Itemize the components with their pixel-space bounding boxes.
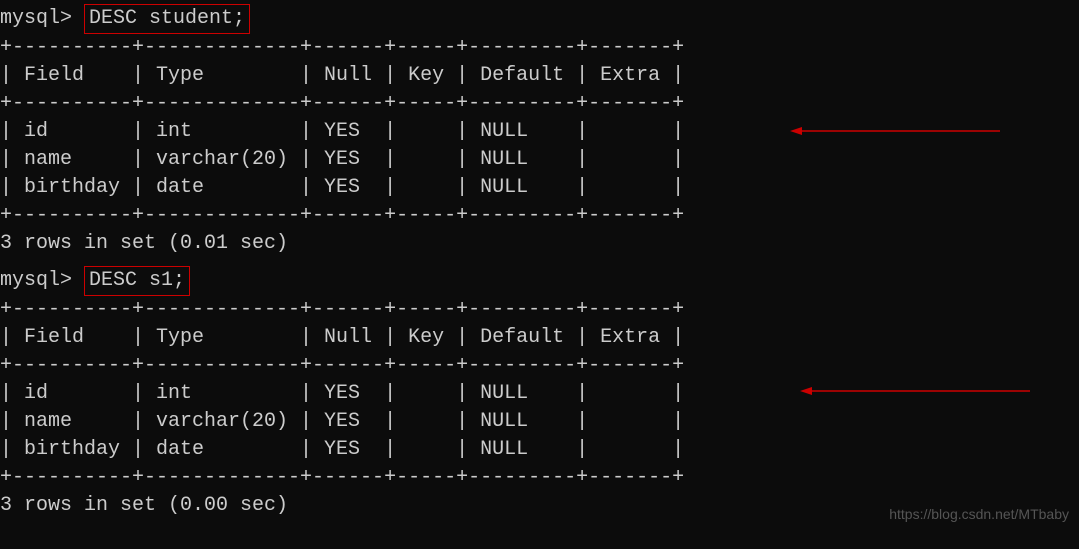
arrow-annotation-icon — [790, 125, 1000, 137]
row-count-status: 3 rows in set (0.01 sec) — [0, 230, 1079, 258]
watermark-text: https://blog.csdn.net/MTbaby — [889, 505, 1069, 525]
table-row: | name | varchar(20) | YES | | NULL | | — [0, 146, 1079, 174]
table-row: | birthday | date | YES | | NULL | | — [0, 436, 1079, 464]
table-separator: +----------+-------------+------+-----+-… — [0, 34, 1079, 62]
table-row: | name | varchar(20) | YES | | NULL | | — [0, 408, 1079, 436]
table-separator: +----------+-------------+------+-----+-… — [0, 464, 1079, 492]
table-header-row: | Field | Type | Null | Key | Default | … — [0, 62, 1079, 90]
mysql-prompt: mysql> — [0, 7, 84, 30]
command-text-2: DESC s1; — [84, 266, 190, 296]
command-line-1[interactable]: mysql> DESC student; — [0, 4, 1079, 34]
table-header-row: | Field | Type | Null | Key | Default | … — [0, 324, 1079, 352]
command-text-1: DESC student; — [84, 4, 250, 34]
mysql-prompt: mysql> — [0, 269, 84, 292]
table-separator: +----------+-------------+------+-----+-… — [0, 90, 1079, 118]
table-separator: +----------+-------------+------+-----+-… — [0, 296, 1079, 324]
table-row: | birthday | date | YES | | NULL | | — [0, 174, 1079, 202]
table-separator: +----------+-------------+------+-----+-… — [0, 202, 1079, 230]
command-line-2[interactable]: mysql> DESC s1; — [0, 266, 1079, 296]
table-separator: +----------+-------------+------+-----+-… — [0, 352, 1079, 380]
arrow-annotation-icon — [800, 385, 1030, 397]
